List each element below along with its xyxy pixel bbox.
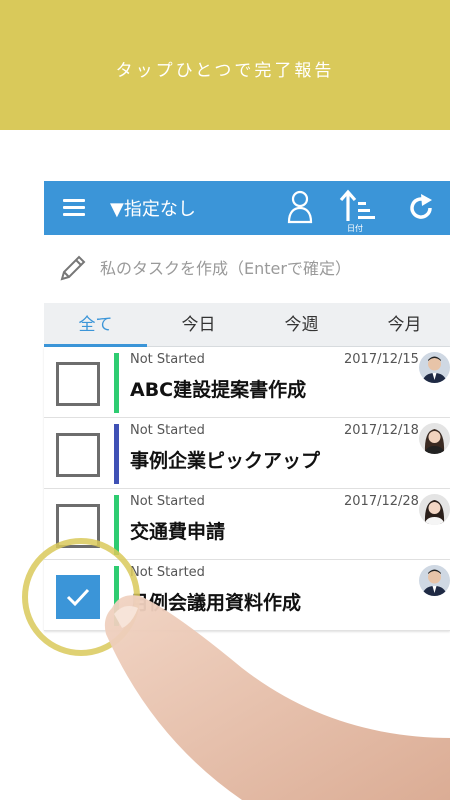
female-avatar — [419, 494, 450, 525]
tab-this-month[interactable]: 今月 — [353, 303, 450, 347]
task-row[interactable]: Not Started 2017/12/15 ABC建設提案書作成 — [44, 347, 450, 418]
priority-bar — [114, 495, 119, 555]
task-status: Not Started — [130, 423, 205, 438]
priority-bar — [114, 424, 119, 484]
app-toolbar: ▼指定なし 日付 — [44, 181, 450, 235]
tab-today[interactable]: 今日 — [147, 303, 250, 347]
refresh-icon[interactable] — [405, 192, 437, 224]
tab-all[interactable]: 全て — [44, 303, 147, 347]
task-title: 交通費申請 — [130, 521, 226, 543]
female-avatar — [419, 423, 450, 454]
task-checkbox[interactable] — [56, 362, 100, 406]
tab-this-week[interactable]: 今週 — [250, 303, 353, 347]
task-row[interactable]: Not Started 2017/12/18 事例企業ピックアップ — [44, 418, 450, 489]
pencil-icon — [60, 255, 86, 281]
task-title: ABC建設提案書作成 — [130, 379, 307, 401]
priority-bar — [114, 353, 119, 413]
task-status: Not Started — [130, 494, 205, 509]
period-tabs: 全て 今日 今週 今月 — [44, 303, 450, 347]
finger-illustration — [104, 595, 450, 800]
task-checkbox[interactable] — [56, 433, 100, 477]
task-title: 事例企業ピックアップ — [130, 450, 321, 472]
task-status: Not Started — [130, 352, 205, 367]
task-due-date: 2017/12/18 — [344, 423, 419, 438]
user-icon[interactable] — [287, 190, 313, 224]
male-avatar — [419, 352, 450, 383]
new-task-input[interactable] — [100, 259, 440, 278]
filter-dropdown[interactable]: ▼指定なし — [110, 195, 196, 221]
new-task-bar — [44, 235, 450, 303]
task-due-date: 2017/12/15 — [344, 352, 419, 367]
promo-banner: タップひとつで完了報告 — [0, 0, 450, 130]
task-due-date: 2017/12/28 — [344, 494, 419, 509]
task-status: Not Started — [130, 565, 205, 580]
sort-caption: 日付 — [347, 224, 363, 233]
menu-icon[interactable] — [63, 199, 85, 217]
banner-caption: タップひとつで完了報告 — [115, 61, 335, 81]
